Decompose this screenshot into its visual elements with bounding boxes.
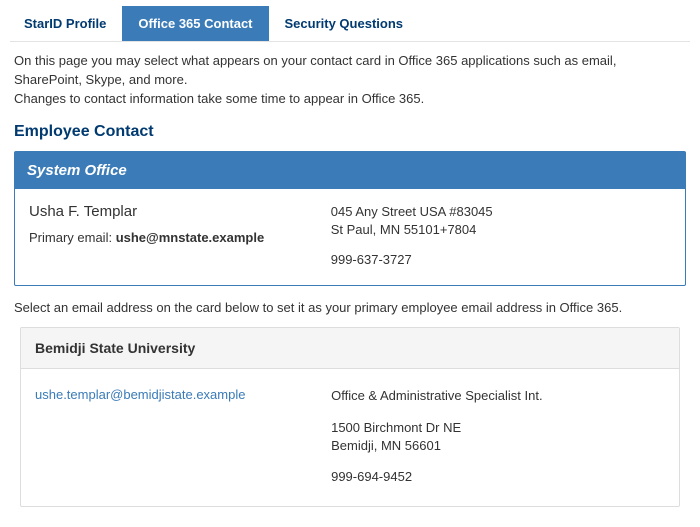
selectable-email-link[interactable]: ushe.templar@bemidjistate.example <box>35 387 245 402</box>
primary-card-header: System Office <box>15 152 685 189</box>
tab-office365-contact[interactable]: Office 365 Contact <box>122 6 268 41</box>
primary-address-line2: St Paul, MN 55101+7804 <box>331 221 671 239</box>
primary-email-line: Primary email: ushe@mnstate.example <box>29 230 331 245</box>
secondary-contact-card: Bemidji State University ushe.templar@be… <box>20 327 680 507</box>
primary-phone: 999-637-3727 <box>331 251 671 269</box>
primary-address-line1: 045 Any Street USA #83045 <box>331 203 671 221</box>
secondary-left-col: ushe.templar@bemidjistate.example <box>35 387 331 486</box>
job-role: Office & Administrative Specialist Int. <box>331 387 665 405</box>
primary-left-col: Usha F. Templar Primary email: ushe@mnst… <box>29 203 331 270</box>
tab-security-questions[interactable]: Security Questions <box>269 6 419 41</box>
primary-address: 045 Any Street USA #83045 St Paul, MN 55… <box>331 203 671 239</box>
section-title: Employee Contact <box>14 123 686 141</box>
primary-contact-card: System Office Usha F. Templar Primary em… <box>14 151 686 287</box>
primary-card-body: Usha F. Templar Primary email: ushe@mnst… <box>15 189 685 286</box>
person-name: Usha F. Templar <box>29 203 331 220</box>
secondary-card-header: Bemidji State University <box>21 328 679 369</box>
intro-text: On this page you may select what appears… <box>14 52 686 109</box>
primary-right-col: 045 Any Street USA #83045 St Paul, MN 55… <box>331 203 671 270</box>
secondary-address-line1: 1500 Birchmont Dr NE <box>331 419 665 437</box>
page-content: On this page you may select what appears… <box>0 42 700 527</box>
secondary-card-body: ushe.templar@bemidjistate.example Office… <box>21 369 679 506</box>
intro-line1: On this page you may select what appears… <box>14 53 616 87</box>
secondary-phone: 999-694-9452 <box>331 468 665 486</box>
intro-line2: Changes to contact information take some… <box>14 91 424 106</box>
select-instruction: Select an email address on the card belo… <box>14 300 686 315</box>
tab-bar: StarID Profile Office 365 Contact Securi… <box>8 6 700 41</box>
primary-email-value: ushe@mnstate.example <box>116 230 265 245</box>
secondary-right-col: Office & Administrative Specialist Int. … <box>331 387 665 486</box>
secondary-address: 1500 Birchmont Dr NE Bemidji, MN 56601 <box>331 419 665 455</box>
primary-email-label: Primary email: <box>29 230 116 245</box>
secondary-address-line2: Bemidji, MN 56601 <box>331 437 665 455</box>
tab-starid-profile[interactable]: StarID Profile <box>8 6 122 41</box>
